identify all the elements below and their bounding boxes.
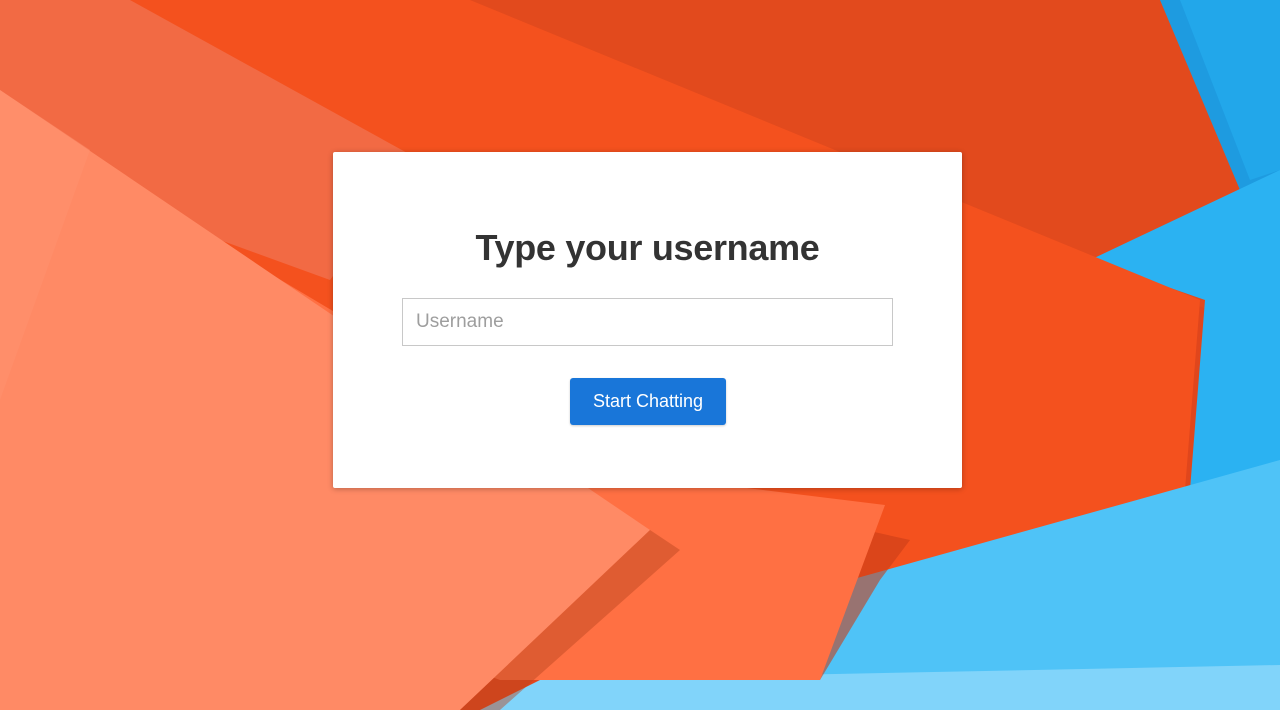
page-title: Type your username bbox=[475, 227, 820, 268]
username-input[interactable] bbox=[402, 298, 893, 346]
page-background: Type your username Start Chatting bbox=[0, 0, 1280, 710]
start-chatting-button[interactable]: Start Chatting bbox=[570, 378, 726, 425]
username-card: Type your username Start Chatting bbox=[333, 152, 962, 488]
